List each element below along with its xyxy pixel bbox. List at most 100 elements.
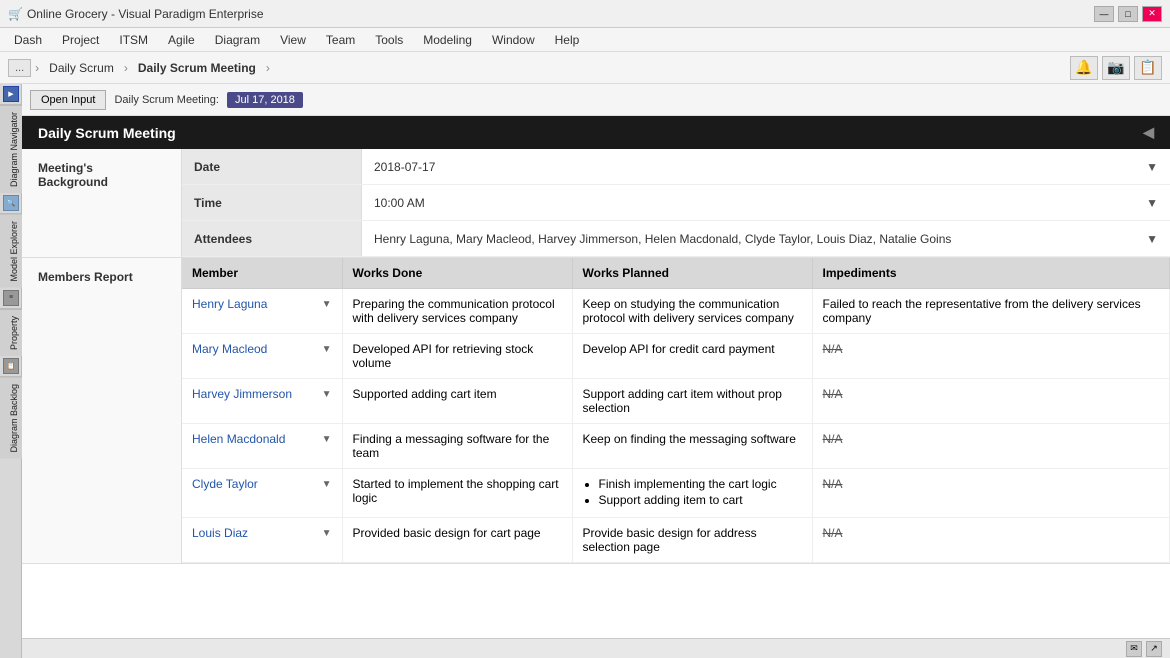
- nav-icon-group-4: 📋: [0, 356, 22, 377]
- member-arrow-henry: ▼: [322, 299, 332, 310]
- time-field-value: 10:00 AM ▼: [362, 185, 1170, 220]
- works-done-clyde: Started to implement the shopping cart l…: [342, 469, 572, 518]
- impediments-mary: N/A: [812, 334, 1170, 379]
- menu-diagram[interactable]: Diagram: [205, 28, 270, 51]
- attendees-field-value: Henry Laguna, Mary Macleod, Harvey Jimme…: [362, 221, 1170, 256]
- menu-team[interactable]: Team: [316, 28, 365, 51]
- works-planned-louis: Provide basic design for address selecti…: [572, 518, 812, 563]
- members-report-section: Members Report Member Works Done Works P…: [22, 258, 1170, 564]
- nav-icon-3[interactable]: ≡: [3, 290, 19, 306]
- nav-icon-group-3: ≡: [0, 288, 22, 309]
- member-name-henry[interactable]: Henry Laguna: [192, 297, 267, 311]
- email-status-icon[interactable]: ✉: [1126, 641, 1142, 657]
- member-arrow-mary: ▼: [322, 344, 332, 355]
- window-controls: — □ ✕: [1094, 6, 1162, 22]
- main-content: Daily Scrum Meeting ◀ Meeting's Backgrou…: [22, 116, 1170, 638]
- member-name-mary[interactable]: Mary Macleod: [192, 342, 267, 356]
- works-done-helen: Finding a messaging software for the tea…: [342, 424, 572, 469]
- menu-itsm[interactable]: ITSM: [109, 28, 158, 51]
- breadcrumb-daily-scrum[interactable]: Daily Scrum: [43, 59, 120, 77]
- member-name-louis[interactable]: Louis Diaz: [192, 526, 248, 540]
- export-status-icon[interactable]: ↗: [1146, 641, 1162, 657]
- menu-agile[interactable]: Agile: [158, 28, 205, 51]
- nav-icon-group-1: ▶: [0, 84, 22, 105]
- breadcrumb-ellipsis[interactable]: ...: [8, 59, 31, 77]
- date-label: Daily Scrum Meeting:: [114, 94, 219, 106]
- toolbar-btn-3[interactable]: 📋: [1134, 56, 1162, 80]
- member-arrow-clyde: ▼: [322, 479, 332, 490]
- date-field-label: Date: [182, 149, 362, 184]
- works-planned-clyde-item-1: Finish implementing the cart logic: [599, 477, 802, 491]
- time-field-label: Time: [182, 185, 362, 220]
- time-field-arrow: ▼: [1146, 196, 1158, 210]
- member-cell-clyde: Clyde Taylor ▼: [182, 469, 342, 518]
- works-done-louis: Provided basic design for cart page: [342, 518, 572, 563]
- app-icon: 🛒: [8, 7, 23, 21]
- breadcrumb-bar: ... › Daily Scrum › Daily Scrum Meeting …: [0, 52, 1170, 84]
- members-report-table: Member Works Done Works Planned Impedime…: [182, 258, 1170, 563]
- breadcrumb: ... › Daily Scrum › Daily Scrum Meeting …: [8, 59, 270, 77]
- title-bar: 🛒 Online Grocery - Visual Paradigm Enter…: [0, 0, 1170, 28]
- sidebar-tab-diagram-backlog[interactable]: Diagram Backlog: [0, 377, 22, 459]
- table-row: Louis Diaz ▼ Provided basic design for c…: [182, 518, 1170, 563]
- toolbar-btn-1[interactable]: 🔔: [1070, 56, 1098, 80]
- col-header-works-done: Works Done: [342, 258, 572, 289]
- menu-help[interactable]: Help: [545, 28, 590, 51]
- sub-toolbar: Open Input Daily Scrum Meeting: Jul 17, …: [22, 84, 1170, 116]
- member-name-clyde[interactable]: Clyde Taylor: [192, 477, 258, 491]
- table-row: Mary Macleod ▼ Developed API for retriev…: [182, 334, 1170, 379]
- scroll-indicator: ◀: [1143, 124, 1154, 141]
- table-row: Clyde Taylor ▼ Started to implement the …: [182, 469, 1170, 518]
- impediments-helen: N/A: [812, 424, 1170, 469]
- menu-modeling[interactable]: Modeling: [413, 28, 482, 51]
- toolbar-btn-2[interactable]: 📷: [1102, 56, 1130, 80]
- member-arrow-louis: ▼: [322, 528, 332, 539]
- maximize-button[interactable]: □: [1118, 6, 1138, 22]
- table-row: Harvey Jimmerson ▼ Supported adding cart…: [182, 379, 1170, 424]
- background-fields: Date 2018-07-17 ▼ Time 10:00 AM ▼ Attend…: [182, 149, 1170, 257]
- table-header-row: Member Works Done Works Planned Impedime…: [182, 258, 1170, 289]
- close-button[interactable]: ✕: [1142, 6, 1162, 22]
- side-navigation: ▶ Diagram Navigator 🔍 Model Explorer ≡ P…: [0, 84, 22, 658]
- sidebar-tab-property[interactable]: Property: [0, 309, 22, 356]
- impediments-harvey: N/A: [812, 379, 1170, 424]
- nav-icon-4[interactable]: 📋: [3, 358, 19, 374]
- minimize-button[interactable]: —: [1094, 6, 1114, 22]
- works-done-mary: Developed API for retrieving stock volum…: [342, 334, 572, 379]
- nav-icon-group-2: 🔍: [0, 193, 22, 214]
- menu-tools[interactable]: Tools: [365, 28, 413, 51]
- menu-project[interactable]: Project: [52, 28, 109, 51]
- member-name-helen[interactable]: Helen Macdonald: [192, 432, 285, 446]
- impediments-henry: Failed to reach the representative from …: [812, 289, 1170, 334]
- col-header-member: Member: [182, 258, 342, 289]
- works-planned-harvey: Support adding cart item without prop se…: [572, 379, 812, 424]
- works-done-henry: Preparing the communication protocol wit…: [342, 289, 572, 334]
- background-section-label: Meeting's Background: [22, 149, 182, 257]
- breadcrumb-daily-scrum-meeting[interactable]: Daily Scrum Meeting: [132, 59, 262, 77]
- menu-dash[interactable]: Dash: [4, 28, 52, 51]
- member-cell-helen: Helen Macdonald ▼: [182, 424, 342, 469]
- members-report-label: Members Report: [22, 258, 182, 563]
- menu-view[interactable]: View: [270, 28, 316, 51]
- open-input-button[interactable]: Open Input: [30, 90, 106, 110]
- sidebar-tab-model-explorer[interactable]: Model Explorer: [0, 214, 22, 288]
- background-section: Meeting's Background Date 2018-07-17 ▼ T…: [22, 149, 1170, 258]
- member-cell-henry: Henry Laguna ▼: [182, 289, 342, 334]
- impediments-louis: N/A: [812, 518, 1170, 563]
- member-cell-mary: Mary Macleod ▼: [182, 334, 342, 379]
- member-name-harvey[interactable]: Harvey Jimmerson: [192, 387, 292, 401]
- date-field-row: Date 2018-07-17 ▼: [182, 149, 1170, 185]
- toolbar-right: 🔔 📷 📋: [1070, 56, 1162, 80]
- nav-icon-1[interactable]: ▶: [3, 86, 19, 102]
- date-badge: Jul 17, 2018: [227, 92, 303, 108]
- time-field-row: Time 10:00 AM ▼: [182, 185, 1170, 221]
- attendees-field-row: Attendees Henry Laguna, Mary Macleod, Ha…: [182, 221, 1170, 257]
- date-field-value: 2018-07-17 ▼: [362, 149, 1170, 184]
- meeting-title: Daily Scrum Meeting: [38, 125, 176, 141]
- nav-icon-2[interactable]: 🔍: [3, 195, 19, 211]
- table-row: Henry Laguna ▼ Preparing the communicati…: [182, 289, 1170, 334]
- works-planned-clyde-item-2: Support adding item to cart: [599, 493, 802, 507]
- sidebar-tab-diagram-navigator[interactable]: Diagram Navigator: [0, 105, 22, 193]
- menu-window[interactable]: Window: [482, 28, 545, 51]
- breadcrumb-separator-3: ›: [266, 61, 270, 75]
